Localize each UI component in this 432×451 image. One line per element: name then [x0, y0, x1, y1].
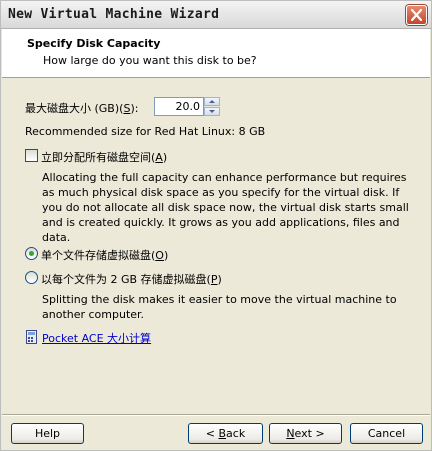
next-button[interactable]: Next >: [269, 423, 342, 444]
close-icon: [411, 9, 422, 21]
wizard-window: New Virtual Machine Wizard Specify Disk …: [0, 0, 432, 451]
page-title: Specify Disk Capacity: [27, 37, 161, 50]
wizard-header: Specify Disk Capacity How large do you w…: [2, 29, 430, 78]
disk-size-label: 最大磁盘大小 (GB)(S):: [25, 102, 139, 115]
window-title: New Virtual Machine Wizard: [8, 7, 220, 22]
help-button[interactable]: Help: [11, 423, 84, 444]
title-bar[interactable]: New Virtual Machine Wizard: [1, 1, 431, 29]
pocket-ace-link[interactable]: Pocket ACE 大小计算: [42, 330, 151, 346]
calculator-icon: [26, 330, 37, 344]
disk-size-field-wrapper: [154, 97, 204, 116]
split-files-radio[interactable]: [25, 271, 38, 284]
spin-down-button[interactable]: [204, 107, 220, 116]
allocate-now-checkbox[interactable]: [25, 149, 38, 162]
cancel-button[interactable]: Cancel: [350, 423, 423, 444]
allocate-now-description: Allocating the full capacity can enhance…: [42, 171, 409, 244]
allocate-now-label[interactable]: 立即分配所有磁盘空间(A): [41, 149, 167, 165]
disk-size-input[interactable]: [155, 98, 203, 115]
page-subtitle: How large do you want this disk to be?: [43, 54, 257, 67]
recommended-size-text: Recommended size for Red Hat Linux: 8 GB: [25, 125, 266, 138]
split-files-label[interactable]: 以每个文件为 2 GB 存储虚拟磁盘(P): [41, 271, 222, 287]
spin-up-button[interactable]: [204, 97, 220, 106]
footer-divider: [2, 414, 430, 416]
single-file-radio[interactable]: [25, 247, 38, 260]
split-files-description: Splitting the disk makes it easier to mo…: [42, 293, 397, 321]
disk-size-stepper: [204, 97, 220, 116]
close-button[interactable]: [406, 5, 427, 25]
single-file-label[interactable]: 单个文件存储虚拟磁盘(O): [41, 247, 168, 263]
back-button[interactable]: < Back: [188, 423, 263, 444]
